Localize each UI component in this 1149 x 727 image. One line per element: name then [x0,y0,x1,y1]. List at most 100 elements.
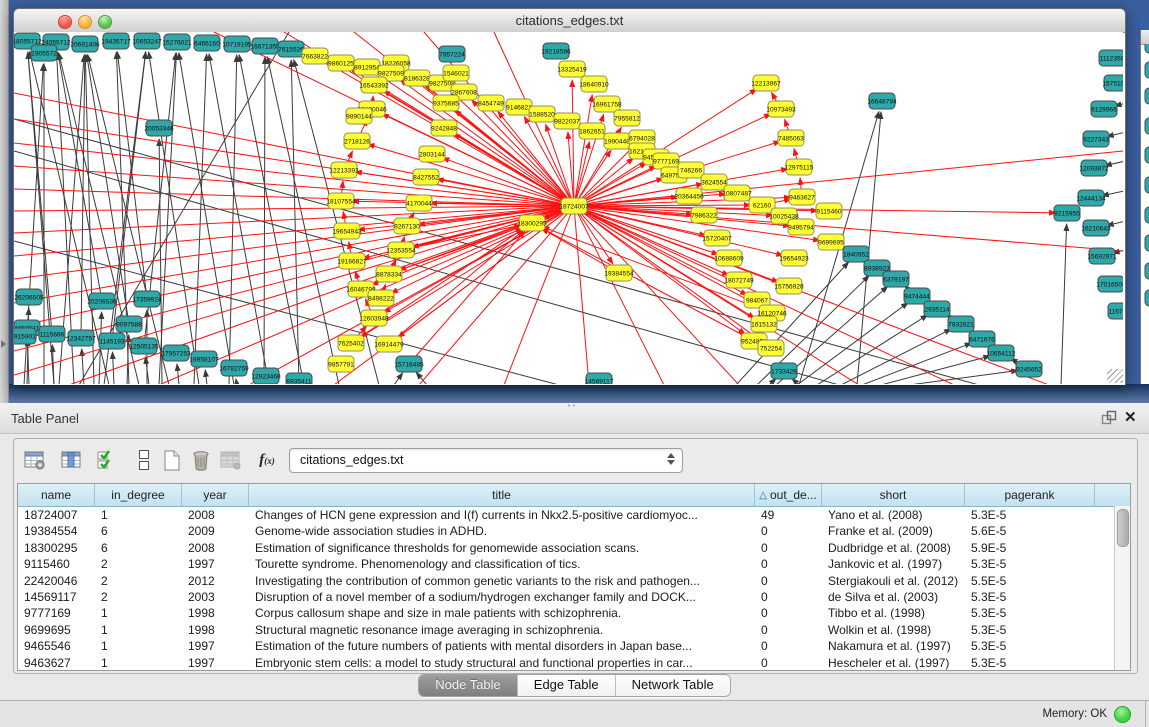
table-cell[interactable]: 1997 [182,638,249,654]
graph-node[interactable]: 10688609 [714,250,744,266]
graph-node[interactable]: 19435717 [101,33,131,49]
graph-node[interactable]: 15276021 [162,34,192,50]
graph-node[interactable]: 1840952 [843,246,869,262]
graph-node[interactable]: 9227343 [1083,131,1109,147]
graph-node[interactable]: 7663822 [302,48,328,64]
graph-node[interactable]: 9860125 [328,55,354,71]
graph-node[interactable]: 8498222 [368,290,394,306]
graph-node[interactable]: 12444134 [1076,190,1106,206]
column-header-name[interactable]: name [18,484,95,506]
table-cell[interactable]: 5.3E-5 [965,655,1095,671]
table-cell[interactable]: Dudbridge et al. (2008) [822,540,965,556]
graph-node[interactable]: 18072749 [724,272,754,288]
graph-node[interactable]: 10973493 [766,101,796,117]
graph-node[interactable]: 8878334 [376,266,402,282]
table-row[interactable]: 1830029562008Estimation of significance … [18,540,1130,556]
table-row[interactable]: 2242004622012Investigating the contribut… [18,573,1130,589]
table-cell[interactable]: Nakamura et al. (1997) [822,638,965,654]
graph-node[interactable]: 12093872 [1079,160,1109,176]
graph-node[interactable]: 7957224 [439,46,465,62]
graph-node[interactable]: 1546021 [443,65,469,81]
row-options-button[interactable] [131,447,157,473]
graph-node[interactable]: 12353554 [386,242,416,258]
table-cell[interactable]: 18724007 [18,507,95,523]
table-cell[interactable]: 9465546 [18,638,95,654]
graph-node[interactable]: 1145193 [99,333,125,349]
table-cell[interactable]: 0 [755,573,822,589]
graph-node[interactable]: 1905572 [31,45,57,61]
table-cell[interactable]: 5.3E-5 [965,507,1095,523]
table-cell[interactable]: Investigating the contribution of common… [249,573,755,589]
column-header-out_de[interactable]: △out_de... [755,484,822,506]
table-cell[interactable]: 2009 [182,523,249,539]
graph-node[interactable]: 4170044 [406,195,432,211]
table-cell[interactable]: 5.3E-5 [965,638,1095,654]
table-cell[interactable]: 0 [755,540,822,556]
table-cell[interactable]: de Silva et al. (2003) [822,589,965,605]
table-cell[interactable]: 9115460 [18,556,95,572]
graph-node[interactable]: 7485063 [778,130,804,146]
graph-node[interactable]: 752254 [758,340,784,356]
table-cell[interactable]: 6 [95,523,182,539]
table-cell[interactable]: Disruption of a novel member of a sodium… [249,589,755,605]
table-cell[interactable]: 1 [95,622,182,638]
graph-node[interactable]: 9463627 [789,189,815,205]
table-cell[interactable]: 9699695 [18,622,95,638]
graph-node[interactable]: 7625402 [338,335,364,351]
graph-node[interactable]: 6379197 [883,271,909,287]
graph-node[interactable]: 9242848 [431,120,457,136]
table-cell[interactable]: Changes of HCN gene expression and I(f) … [249,507,755,523]
table-cell[interactable]: Hescheler et al. (1997) [822,655,965,671]
graph-node[interactable]: 2803144 [419,146,445,162]
graph-node[interactable]: 18724007 [559,198,589,214]
table-cell[interactable]: Wolkin et al. (1998) [822,622,965,638]
close-panel-button[interactable]: ✕ [1124,408,1137,426]
graph-node[interactable]: 9215955 [1054,205,1080,221]
import-table-button[interactable] [218,447,244,473]
table-cell[interactable]: 1997 [182,655,249,671]
table-cell[interactable]: 2003 [182,589,249,605]
citation-network-graph[interactable]: 1805571224055712206914061943571710653247… [14,32,1123,384]
table-cell[interactable]: Yano et al. (2008) [822,507,965,523]
graph-node[interactable]: 7615526 [278,41,304,57]
graph-node[interactable]: 16543392 [359,77,389,93]
graph-node[interactable]: 9115460 [816,203,842,219]
graph-node[interactable]: 8454749 [478,95,504,111]
graph-node[interactable]: 26206505 [14,289,44,305]
graph-node[interactable]: 9835411 [286,373,312,384]
graph-node[interactable]: 1615132 [751,316,777,332]
table-selector[interactable]: citations_edges.txt [289,448,683,473]
graph-node[interactable]: 18300295 [517,215,547,231]
panel-expand-arrow-icon[interactable] [1,340,6,348]
graph-node[interactable]: 3915901 [14,328,36,344]
float-panel-button[interactable] [1101,410,1117,431]
table-cell[interactable]: Structural magnetic resonance image aver… [249,622,755,638]
graph-node[interactable]: 17359924 [132,291,162,307]
table-cell[interactable]: 19384554 [18,523,95,539]
tab-node-table[interactable]: Node Table [419,675,518,696]
graph-node[interactable]: 2718126 [344,133,370,149]
table-cell[interactable]: 0 [755,605,822,621]
graph-node[interactable]: 9699695 [818,234,844,250]
splitter-handle[interactable] [566,403,578,408]
graph-node[interactable]: 8912954 [354,59,380,75]
graph-node[interactable]: 746266 [678,162,704,178]
graph-node[interactable]: 18640910 [579,76,609,92]
table-cell[interactable]: 5.3E-5 [965,605,1095,621]
graph-node[interactable]: 9890144 [346,108,372,124]
graph-node[interactable]: 12213967 [751,75,781,91]
table-cell[interactable]: Estimation of significance thresholds fo… [249,540,755,556]
graph-node[interactable]: 20364456 [674,188,704,204]
graph-node[interactable]: 1588520 [529,106,555,122]
graph-node[interactable]: 12975115 [785,159,814,175]
graph-node[interactable]: 10654112 [987,345,1016,361]
table-cell[interactable]: 14569117 [18,589,95,605]
table-cell[interactable]: 5.3E-5 [965,556,1095,572]
graph-node[interactable]: 7955812 [614,110,640,126]
graph-node[interactable]: 1112358 [1099,50,1123,66]
graph-node[interactable]: 9245652 [1016,361,1042,377]
graph-node[interactable]: 9857791 [328,356,354,372]
graph-node[interactable]: 7986322 [691,207,717,223]
graph-node[interactable]: 10719195 [222,36,252,52]
table-cell[interactable]: 22420046 [18,573,95,589]
